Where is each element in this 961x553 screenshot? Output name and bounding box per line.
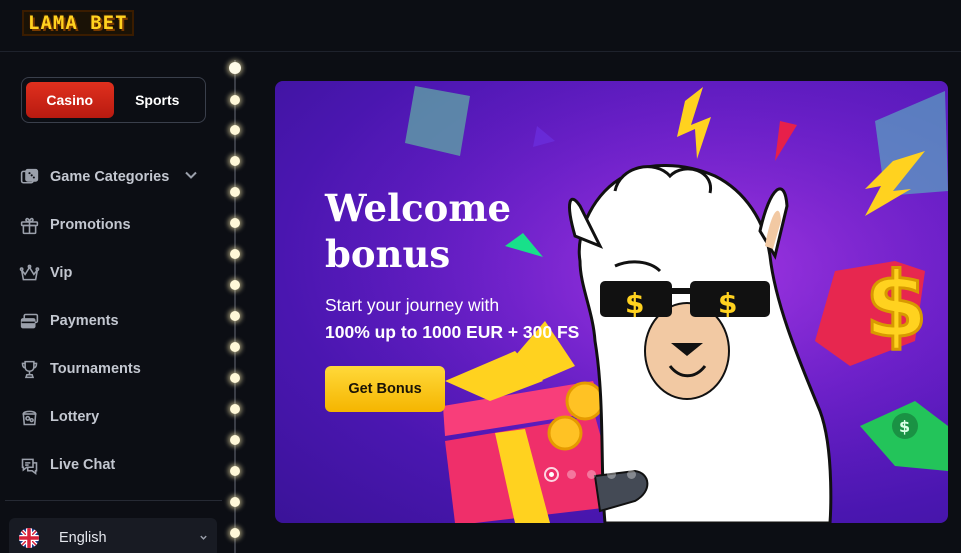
lottery-icon (22, 410, 37, 425)
chevron-down-icon[interactable] (184, 168, 198, 182)
brand-logo[interactable]: LAMA BET (22, 10, 134, 36)
svg-text:$: $ (899, 417, 910, 436)
sidebar-item-game-categories[interactable]: Game Categories (0, 153, 222, 201)
sidebar-nav: Game Categories Promotions Vip Payments (0, 153, 222, 489)
carousel-dot[interactable] (544, 467, 559, 482)
gift-icon (20, 217, 39, 234)
sidebar-item-label: Payments (50, 313, 119, 329)
light-bulb (230, 311, 240, 321)
wallet-icon (20, 313, 39, 328)
sidebar-item-label: Tournaments (50, 361, 141, 377)
light-bulb (230, 125, 240, 135)
language-label: English (59, 530, 107, 546)
sidebar-item-vip[interactable]: Vip (0, 249, 222, 297)
banner-offer: 100% up to 1000 EUR + 300 FS (325, 322, 580, 342)
get-bonus-button[interactable]: Get Bonus (325, 366, 445, 412)
trophy-icon (21, 360, 38, 378)
light-bulb (230, 156, 240, 166)
banner-title: Welcome bonus (325, 186, 512, 276)
light-bulb (230, 187, 240, 197)
carousel-dot[interactable] (607, 470, 616, 479)
chevron-down-icon (200, 535, 207, 540)
casino-sports-switcher: Casino Sports (21, 77, 206, 123)
sidebar-item-tournaments[interactable]: Tournaments (0, 345, 222, 393)
carousel-dot[interactable] (587, 470, 596, 479)
light-bulb (230, 342, 240, 352)
crown-icon (19, 264, 40, 280)
sports-tab[interactable]: Sports (114, 82, 202, 118)
light-bulb (230, 497, 240, 507)
sidebar: Casino Sports Game Categories Promotions… (0, 53, 222, 553)
sidebar-item-live-chat[interactable]: Live Chat (0, 441, 222, 489)
top-header: LAMA BET (0, 0, 961, 52)
light-bulb (230, 280, 240, 290)
sidebar-item-label: Promotions (50, 217, 131, 233)
light-bulb (230, 218, 240, 228)
sidebar-item-promotions[interactable]: Promotions (0, 201, 222, 249)
light-bulb (230, 404, 240, 414)
banner-subtitle: Start your journey with (325, 295, 500, 315)
sidebar-divider (5, 500, 222, 501)
svg-text:$: $ (625, 287, 644, 320)
sidebar-item-payments[interactable]: Payments (0, 297, 222, 345)
sidebar-item-lottery[interactable]: Lottery (0, 393, 222, 441)
chat-icon (21, 458, 38, 475)
sidebar-item-label: Vip (50, 265, 73, 281)
carousel-pagination (544, 467, 636, 482)
sidebar-item-label: Lottery (50, 409, 100, 425)
casino-tab[interactable]: Casino (26, 82, 114, 118)
string-lights-divider (228, 60, 242, 553)
language-selector[interactable]: English (9, 518, 217, 553)
carousel-dot[interactable] (627, 470, 636, 479)
light-bulb (230, 528, 240, 538)
light-bulb (230, 435, 240, 445)
welcome-bonus-banner[interactable]: $ $ $ $ Welcome bonus Start your journey… (275, 81, 948, 523)
svg-text:$: $ (865, 253, 928, 358)
sidebar-item-label: Game Categories (50, 169, 170, 185)
light-bulb (230, 373, 240, 383)
dice-icon (20, 168, 39, 184)
sidebar-item-label: Live Chat (50, 457, 116, 473)
light-bulb (230, 95, 240, 105)
light-bulb (230, 249, 240, 259)
light-bulb (229, 62, 241, 74)
carousel-dot[interactable] (567, 470, 576, 479)
uk-flag-icon (19, 528, 39, 548)
svg-text:$: $ (718, 287, 737, 320)
light-bulb (230, 466, 240, 476)
